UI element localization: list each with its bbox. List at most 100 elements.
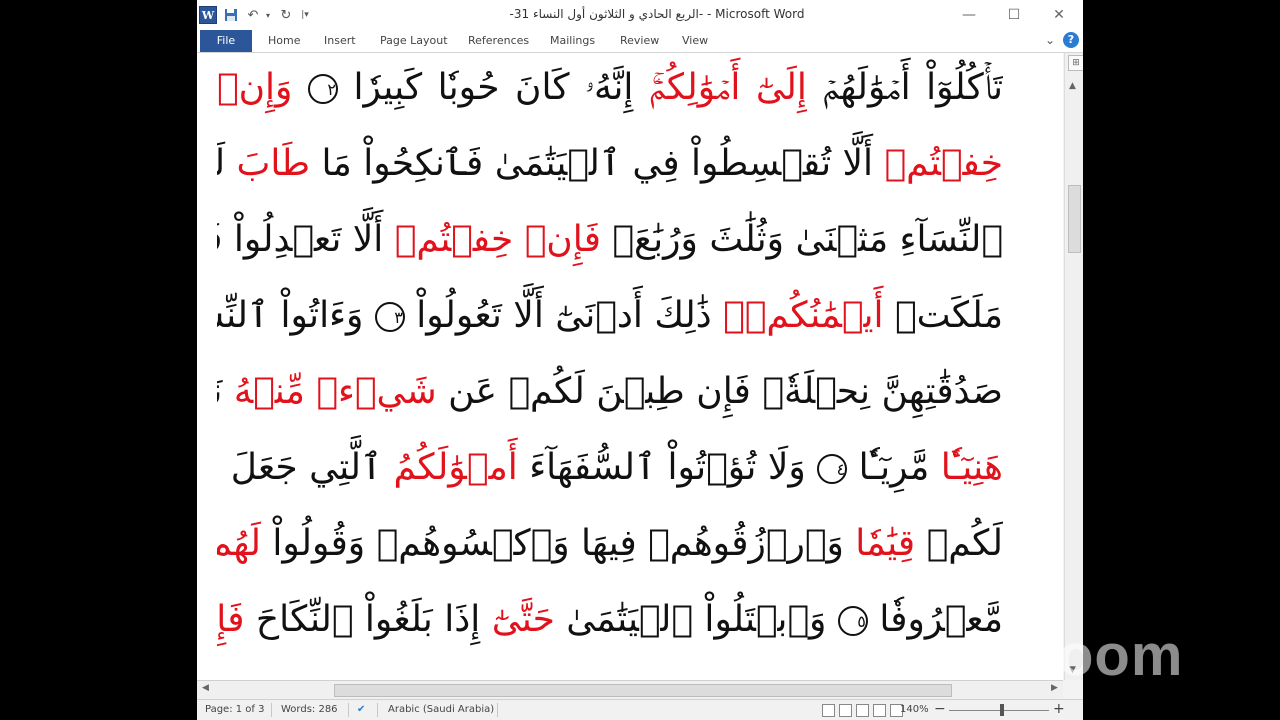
text-run: ٱلَّتِي جَعَلَ ٱللَّهُ — [217, 447, 383, 488]
text-run: مَلَكَتۡ — [883, 295, 1003, 336]
tab-references[interactable]: References — [468, 30, 529, 52]
customize-icon[interactable]: |▾ — [298, 6, 312, 24]
language-indicator[interactable]: Arabic (Saudi Arabia) — [388, 704, 494, 715]
text-run: وَءَاتُواْ ٱلنِّسَآءَ — [217, 295, 364, 336]
highlighted-word: شَيۡءٖ — [304, 371, 437, 412]
highlighted-word: أَمۡوَٰلِكُمۡۚ — [633, 67, 741, 108]
redo-icon[interactable]: ↻ — [277, 6, 295, 24]
highlighted-word: وَإِنۡ — [217, 67, 308, 108]
maximize-button[interactable]: ☐ — [994, 3, 1034, 27]
document-line[interactable]: هَنِيٓـٔٗا مَّرِيٓـٔٗا ٤ وَلَا تُؤۡتُواْ… — [217, 433, 1003, 503]
page-count[interactable]: Page: 1 of 3 — [205, 704, 264, 715]
horizontal-scrollbar[interactable]: ◀ ▶ — [197, 680, 1063, 699]
highlighted-word: أَيۡمَٰنُكُمۡۚ — [711, 295, 884, 336]
vertical-scroll-thumb[interactable] — [1068, 185, 1081, 253]
text-run: تَأۡكُلُوٓاْ — [910, 67, 1003, 108]
document-line[interactable]: مَّعۡرُوفٗا ٥ وَٱبۡتَلُواْ ٱلۡيَتَٰمَىٰ … — [217, 585, 1003, 655]
status-divider — [271, 703, 272, 717]
zoom-slider[interactable] — [949, 710, 1049, 711]
help-icon[interactable]: ? — [1063, 32, 1079, 48]
highlighted-word: فَإِنۡ خِفۡتُمۡ — [383, 219, 601, 260]
status-divider — [348, 703, 349, 717]
scroll-up-icon[interactable]: ▲ — [1069, 81, 1076, 91]
tab-view[interactable]: View — [682, 30, 708, 52]
ayah-number-marker: ٣ — [374, 302, 405, 332]
text-run: إِذَا بَلَغُواْ ٱلنِّكَاحَ — [244, 599, 481, 640]
full-screen-reading-icon[interactable] — [839, 704, 852, 717]
view-ruler-icon[interactable]: ⊞ — [1068, 55, 1083, 71]
highlighted-word: أَمۡوَٰلَكُمُ — [382, 447, 518, 488]
text-run: فَٱنكِحُواْ مَا — [310, 143, 484, 184]
text-run: صَدُقَٰتِهِنَّ نِحۡلَةٗۚ — [750, 371, 1003, 412]
outline-icon[interactable] — [873, 704, 886, 717]
highlighted-word: لَهُمۡ — [217, 523, 261, 564]
scroll-left-icon[interactable]: ◀ — [202, 683, 209, 693]
window-title: -الربع الحادي و الثلاثون أول النساء 31- … — [509, 7, 805, 21]
zoom-in-button[interactable]: + — [1053, 701, 1065, 717]
zoom-slider-knob[interactable] — [1000, 704, 1004, 716]
document-line[interactable]: لَكُمۡ قِيَٰمٗا وَٱرۡزُقُوهُمۡ فِيهَا وَ… — [217, 509, 1003, 579]
save-icon[interactable] — [221, 6, 241, 24]
highlighted-word: حَتَّىٰٓ — [480, 599, 555, 640]
highlighted-word: طَابَ — [225, 143, 311, 184]
highlighted-word: مِّنۡهُ — [222, 371, 305, 412]
ayah-number-marker: ٤ — [817, 454, 848, 484]
text-run: لَكُم مِّنَ — [217, 143, 225, 184]
chevron-down-icon[interactable]: ⌄ — [1045, 33, 1055, 47]
text-run: وَٱبۡتَلُواْ ٱلۡيَتَٰمَىٰ — [554, 599, 838, 640]
document-page[interactable]: تَأۡكُلُوٓاْ أَمۡوَٰلَهُمۡ إِلَىٰٓ أَمۡو… — [197, 53, 1063, 680]
text-run: ذَٰلِكَ أَدۡنَىٰٓ أَلَّا تَعُولُواْ — [404, 295, 712, 336]
highlighted-word: خِفۡتُمۡ — [873, 143, 1004, 184]
document-line[interactable]: تَأۡكُلُوٓاْ أَمۡوَٰلَهُمۡ إِلَىٰٓ أَمۡو… — [217, 53, 1003, 123]
document-line[interactable]: مَلَكَتۡ أَيۡمَٰنُكُمۡۚ ذَٰلِكَ أَدۡنَىٰ… — [217, 281, 1003, 351]
tab-insert[interactable]: Insert — [324, 30, 356, 52]
document-line[interactable]: صَدُقَٰتِهِنَّ نِحۡلَةٗۚ فَإِن طِبۡنَ لَ… — [217, 357, 1003, 427]
ribbon-tabs: File Home Insert Page Layout References … — [197, 30, 1083, 53]
zoom-out-button[interactable]: − — [934, 701, 946, 717]
zoom-watermark: zoom — [1028, 623, 1184, 688]
document-line[interactable]: خِفۡتُمۡ أَلَّا تُقۡسِطُواْ فِي ٱلۡيَتَٰ… — [217, 129, 1003, 199]
text-run: فَإِن طِبۡنَ لَكُمۡ عَن — [436, 371, 751, 412]
text-run: أَمۡوَٰلَهُمۡ — [806, 67, 911, 108]
document-area[interactable]: تَأۡكُلُوٓاْ أَمۡوَٰلَهُمۡ إِلَىٰٓ أَمۡو… — [197, 53, 1063, 680]
horizontal-scroll-thumb[interactable] — [334, 684, 952, 697]
text-run: مَّرِيٓـٔٗا — [847, 447, 930, 488]
ayah-number-marker: ٥ — [837, 606, 868, 636]
tab-home[interactable]: Home — [268, 30, 300, 52]
tab-page-layout[interactable]: Page Layout — [380, 30, 448, 52]
text-run: لَكُمۡ — [915, 523, 1003, 564]
word-logo-icon[interactable]: W — [199, 6, 217, 24]
highlighted-word: هَنِيٓـٔٗا — [929, 447, 1003, 488]
status-divider — [497, 703, 498, 717]
tab-mailings[interactable]: Mailings — [550, 30, 595, 52]
tab-file[interactable]: File — [200, 30, 252, 52]
status-bar: Page: 1 of 3 Words: 286 ✔ Arabic (Saudi … — [197, 699, 1083, 720]
close-button[interactable]: ✕ — [1039, 3, 1079, 27]
highlighted-word: قِيَٰمٗا — [843, 523, 916, 564]
word-window: W ↶ ▾ ↻ |▾ -الربع الحادي و الثلاثون أول … — [197, 0, 1083, 720]
vertical-scrollbar[interactable]: ⊞ ▲ ▼ — [1064, 53, 1083, 680]
proofing-icon[interactable]: ✔ — [357, 704, 365, 715]
highlighted-word: فَإِنۡ ءَانَسۡتُم — [217, 599, 245, 640]
undo-dropdown-icon[interactable]: ▾ — [263, 6, 273, 24]
print-layout-icon[interactable] — [822, 704, 835, 717]
tab-review[interactable]: Review — [620, 30, 659, 52]
document-line[interactable]: ٱلنِّسَآءِ مَثۡنَىٰ وَثُلَٰثَ وَرُبَٰعَۖ… — [217, 205, 1003, 275]
text-run: أَلَّا تُقۡسِطُواْ فِي ٱلۡيَتَٰمَىٰ — [483, 143, 874, 184]
text-run: وَٱرۡزُقُوهُمۡ فِيهَا وَٱكۡسُوهُمۡ — [365, 523, 844, 564]
undo-icon[interactable]: ↶ — [244, 6, 262, 24]
title-bar: W ↶ ▾ ↻ |▾ -الربع الحادي و الثلاثون أول … — [197, 0, 1083, 30]
highlighted-word: إِلَىٰٓ — [740, 67, 807, 108]
text-run: أَلَّا تَعۡدِلُواْ فَوَٰحِدَةً — [217, 219, 384, 260]
word-count[interactable]: Words: 286 — [281, 704, 338, 715]
minimize-button[interactable]: — — [949, 3, 989, 27]
text-run: مَّعۡرُوفٗا — [867, 599, 1003, 640]
text-run: وَلَا تُؤۡتُواْ ٱلسُّفَهَآءَ — [517, 447, 818, 488]
text-run: وَثُلَٰثَ وَرُبَٰعَۖ — [600, 219, 785, 260]
text-run: ٱلنِّسَآءِ مَثۡنَىٰ — [784, 219, 1003, 260]
text-run: وَقُولُواْ — [260, 523, 366, 564]
web-layout-icon[interactable] — [856, 704, 869, 717]
zoom-level[interactable]: 140% — [900, 704, 929, 715]
status-divider — [377, 703, 378, 717]
text-run: إِنَّهُۥ كَانَ حُوبٗا كَبِيرٗا — [337, 67, 634, 108]
